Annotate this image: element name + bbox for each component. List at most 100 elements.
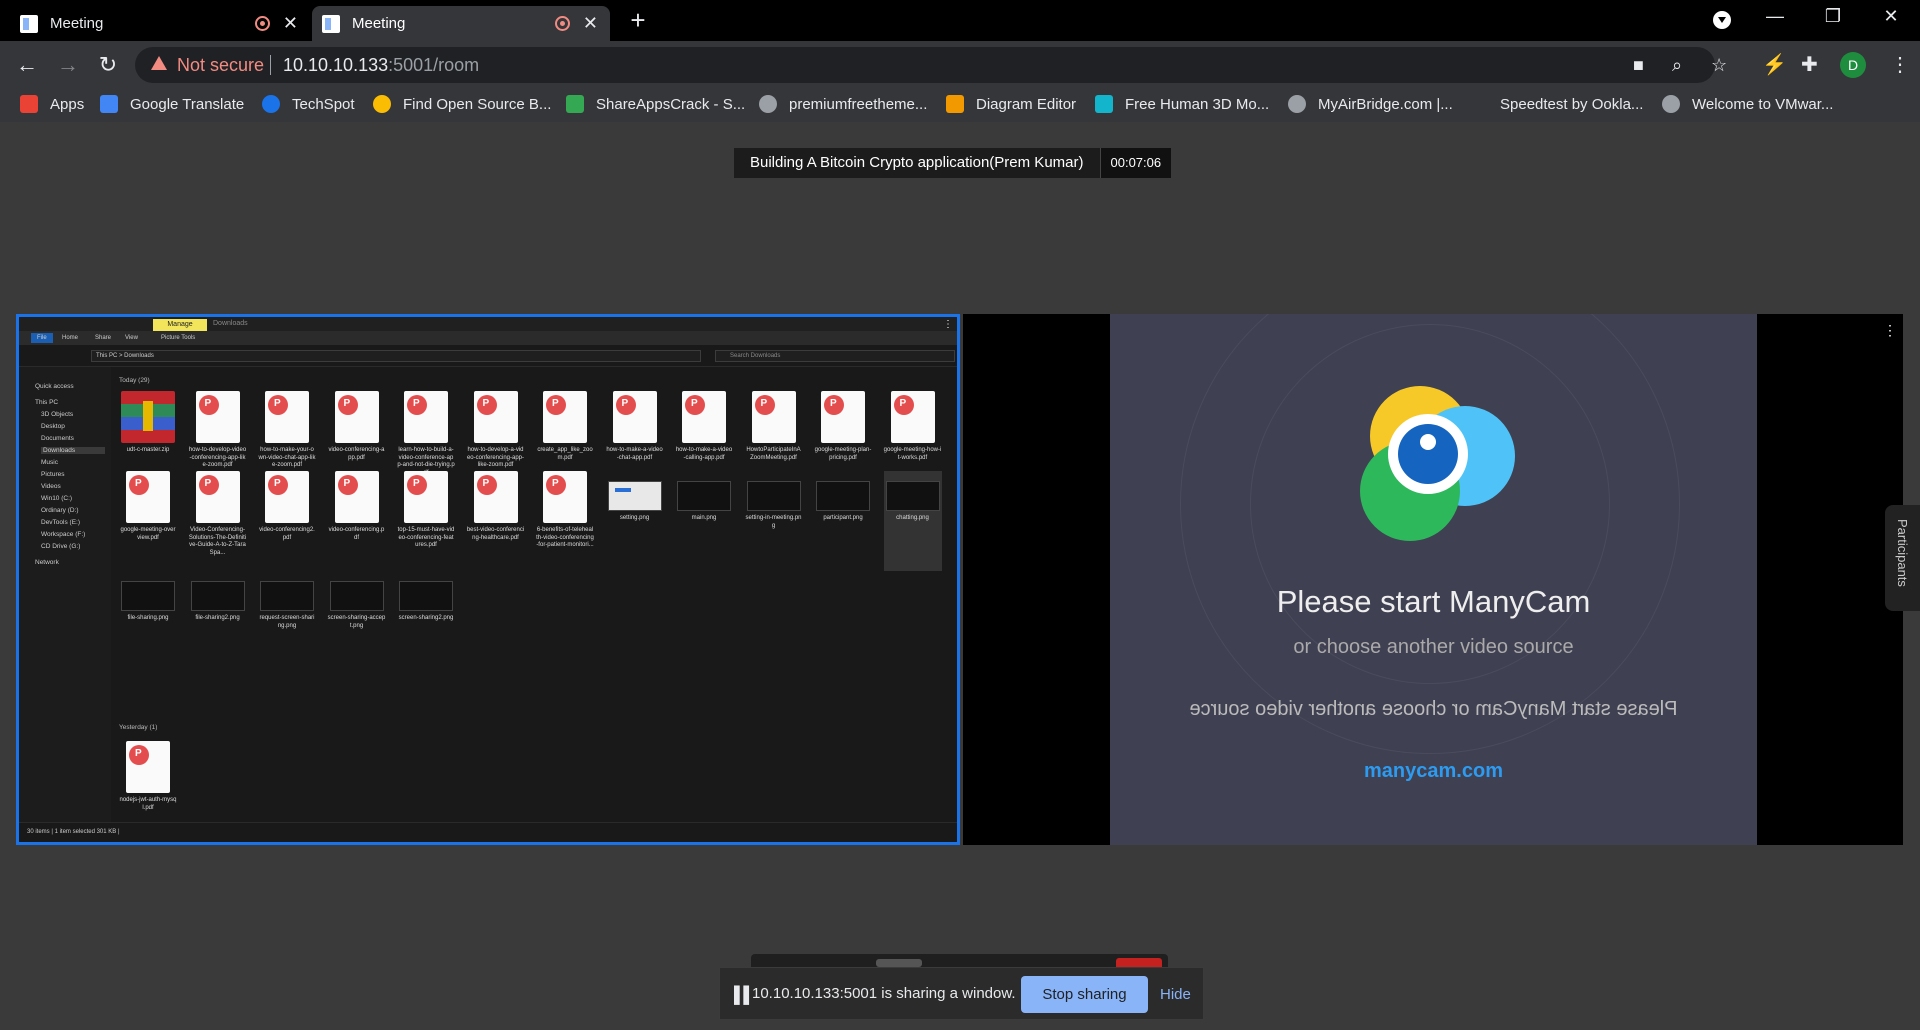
camera-tile[interactable]: Please start ManyCam or choose another v… bbox=[963, 314, 1903, 845]
pdf-file-icon bbox=[195, 471, 240, 523]
bookmark-find-open-source[interactable]: Find Open Source B... bbox=[373, 95, 551, 113]
file-item: file-sharing2.png bbox=[189, 571, 247, 671]
reload-icon[interactable]: ↻ bbox=[93, 51, 123, 81]
back-icon[interactable]: ← bbox=[12, 51, 42, 81]
tile-menu-icon[interactable]: ⋮ bbox=[943, 319, 953, 330]
window-close-icon[interactable]: ✕ bbox=[1876, 6, 1906, 27]
ribbon-picture-tools: Picture Tools bbox=[161, 335, 196, 341]
close-icon[interactable]: ✕ bbox=[583, 13, 598, 34]
restore-icon[interactable]: ❐ bbox=[1818, 6, 1848, 27]
bookmark-vmware[interactable]: Welcome to VMwar... bbox=[1662, 95, 1833, 113]
address-bar[interactable]: Not secure 10.10.10.133:5001/room ■ ⌕ ☆ bbox=[135, 47, 1727, 83]
browser-toolbar: ← → ↻ Not secure 10.10.10.133:5001/room … bbox=[0, 41, 1920, 89]
tile-menu-icon[interactable]: ⋮ bbox=[1883, 322, 1897, 339]
nav-item: 3D Objects bbox=[41, 411, 74, 418]
file-item: setting-in-meeting.png bbox=[745, 471, 803, 571]
file-name: participant.png bbox=[823, 515, 863, 521]
file-name: how-to-develop-video-conferencing-app-li… bbox=[188, 447, 247, 468]
nav-item: DevTools (E:) bbox=[41, 519, 81, 526]
file-name: 6-benefits-of-telehealth-video-conferenc… bbox=[536, 527, 594, 548]
url-host: 10.10.10.133 bbox=[283, 55, 389, 75]
sharing-message: 10.10.10.133:5001 is sharing a window. bbox=[752, 985, 1016, 1002]
ribbon-file: File bbox=[31, 333, 53, 343]
bookmark-free-human-3d[interactable]: Free Human 3D Mo... bbox=[1095, 95, 1269, 113]
google-translate-icon bbox=[100, 95, 118, 113]
extensions-icon[interactable]: ✚ bbox=[1801, 52, 1818, 77]
explorer-nav-pane: Quick access This PC 3D Objects Desktop … bbox=[19, 367, 111, 822]
zoom-icon[interactable]: ⌕ bbox=[1672, 55, 1682, 76]
bookmark-shareappscrack[interactable]: ShareAppsCrack - S... bbox=[566, 95, 745, 113]
tab-search-icon[interactable] bbox=[1713, 11, 1731, 29]
star-icon[interactable]: ☆ bbox=[1711, 55, 1727, 76]
file-name: video-conferencing.pdf bbox=[328, 527, 385, 541]
meeting-header: Building A Bitcoin Crypto application(Pr… bbox=[734, 148, 1172, 178]
file-item: google-meeting-overview.pdf bbox=[119, 471, 177, 571]
file-item: file-sharing.png bbox=[119, 571, 177, 671]
manycam-link[interactable]: manycam.com bbox=[1110, 760, 1757, 783]
file-name: google-meeting-overview.pdf bbox=[120, 527, 176, 541]
menu-icon[interactable]: ⋮ bbox=[1890, 52, 1910, 77]
new-tab-button[interactable]: + bbox=[624, 6, 652, 34]
control-button[interactable] bbox=[876, 959, 922, 967]
security-label[interactable]: Not secure bbox=[177, 55, 264, 76]
pdf-file-icon bbox=[543, 471, 587, 523]
file-name: video-conferencing2.pdf bbox=[259, 527, 315, 541]
zip-file-icon bbox=[121, 391, 175, 443]
recording-icon bbox=[255, 16, 270, 31]
nav-item: Win10 (C:) bbox=[41, 495, 73, 502]
image-file-icon bbox=[677, 481, 731, 511]
bookmark-myairbridge[interactable]: MyAirBridge.com |... bbox=[1288, 95, 1453, 113]
group-today: Today (29) bbox=[119, 377, 150, 384]
sharing-notification: ▌▌ 10.10.10.133:5001 is sharing a window… bbox=[719, 967, 1204, 1020]
nav-item: Workspace (F:) bbox=[41, 531, 86, 538]
bookmark-techspot[interactable]: TechSpot bbox=[262, 95, 355, 113]
close-icon[interactable]: ✕ bbox=[283, 13, 298, 34]
emoji-icon bbox=[373, 95, 391, 113]
bookmark-google-translate[interactable]: Google Translate bbox=[100, 95, 244, 113]
pdf-file-icon bbox=[612, 391, 657, 443]
file-item: best-video-conferencing-healthcare.pdf bbox=[467, 471, 525, 571]
browser-tab-2[interactable]: Meeting ✕ bbox=[312, 6, 610, 41]
nav-item: Documents bbox=[41, 435, 74, 442]
explorer-titlebar: Manage Downloads bbox=[19, 317, 957, 331]
minimize-icon[interactable]: — bbox=[1760, 6, 1790, 27]
forward-icon[interactable]: → bbox=[53, 51, 83, 81]
nav-item: Downloads bbox=[41, 447, 106, 454]
participants-toggle[interactable]: Participants bbox=[1885, 505, 1920, 611]
file-name: Video-Conferencing-Solutions-The-Definit… bbox=[188, 527, 247, 556]
file-name: how-to-make-your-own-video-chat-app-like… bbox=[258, 447, 316, 468]
pause-icon: ▌▌ bbox=[734, 987, 755, 1004]
bookmark-premiumfreetheme[interactable]: premiumfreetheme... bbox=[759, 95, 927, 113]
explorer-search: Search Downloads bbox=[715, 350, 955, 362]
file-name: how-to-make-a-video-calling-app.pdf bbox=[675, 447, 733, 461]
pdf-file-icon bbox=[543, 391, 587, 443]
ribbon-view: View bbox=[125, 335, 138, 341]
nav-item: Network bbox=[35, 559, 59, 566]
tab-strip: Meeting ✕ Meeting ✕ + — ❐ ✕ bbox=[0, 0, 1920, 41]
recording-icon bbox=[555, 16, 570, 31]
pdf-file-icon bbox=[404, 391, 448, 443]
browser-tab-1[interactable]: Meeting ✕ bbox=[10, 6, 310, 41]
profile-avatar[interactable]: D bbox=[1840, 52, 1866, 78]
tab-title: Meeting bbox=[352, 15, 406, 32]
extension-bolt-icon[interactable]: ⚡ bbox=[1762, 52, 1787, 77]
pdf-file-icon bbox=[473, 471, 518, 523]
manycam-title: Please start ManyCam bbox=[1276, 584, 1591, 619]
url-text[interactable]: 10.10.10.133:5001/room bbox=[283, 55, 479, 76]
logo-glint bbox=[1420, 434, 1436, 450]
tab-title: Meeting bbox=[50, 15, 104, 32]
screen-share-tile[interactable]: Manage Downloads File Home Share View Pi… bbox=[16, 314, 960, 845]
stop-sharing-button[interactable]: Stop sharing bbox=[1021, 976, 1148, 1013]
file-item: video-conferencing.pdf bbox=[328, 471, 386, 571]
bookmark-speedtest[interactable]: Speedtest by Ookla... bbox=[1470, 95, 1643, 113]
bookmark-diagram-editor[interactable]: Diagram Editor bbox=[946, 95, 1076, 113]
file-name: request-screen-sharing.png bbox=[259, 615, 315, 629]
file-name: file-sharing.png bbox=[127, 615, 169, 621]
pdf-file-icon bbox=[334, 391, 379, 443]
file-name: google-meeting-plan-pricing.pdf bbox=[814, 447, 872, 461]
camera-icon[interactable]: ■ bbox=[1633, 55, 1644, 76]
nav-item: Ordinary (D:) bbox=[41, 507, 79, 514]
hide-button[interactable]: Hide bbox=[1160, 976, 1191, 1013]
document-icon bbox=[20, 14, 38, 33]
bookmark-apps[interactable]: Apps bbox=[20, 95, 84, 113]
